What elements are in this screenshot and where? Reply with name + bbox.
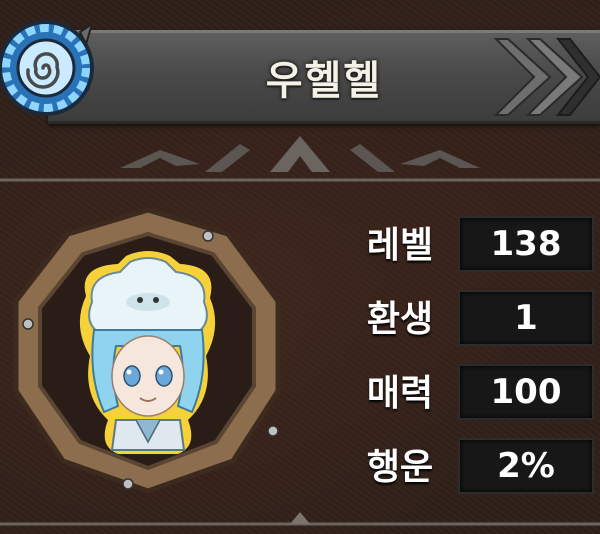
stat-value: 138: [458, 216, 594, 272]
stat-label: 매력: [366, 373, 434, 414]
ornament-divider: [0, 136, 600, 182]
stat-value: 1: [458, 290, 594, 346]
stat-row-charm: 매력 100: [350, 360, 594, 420]
stat-value: 100: [458, 364, 594, 420]
stat-value: 2%: [458, 438, 594, 494]
stat-label: 행운: [366, 447, 434, 488]
stat-row-luck: 행운 2%: [350, 434, 594, 494]
character-portrait: [13, 207, 281, 494]
stat-label: 환생: [366, 299, 434, 340]
stat-label: 레벨: [366, 225, 434, 266]
stat-row-level: 레벨 138: [350, 212, 594, 272]
title-banner: 우헬헬: [48, 30, 600, 124]
stat-row-rebirth: 환생 1: [350, 286, 594, 346]
bottom-ornament: [0, 512, 600, 526]
double-chevron-icon: [493, 38, 600, 116]
spiral-emblem-icon: [0, 20, 94, 116]
character-name: 우헬헬: [265, 58, 383, 104]
